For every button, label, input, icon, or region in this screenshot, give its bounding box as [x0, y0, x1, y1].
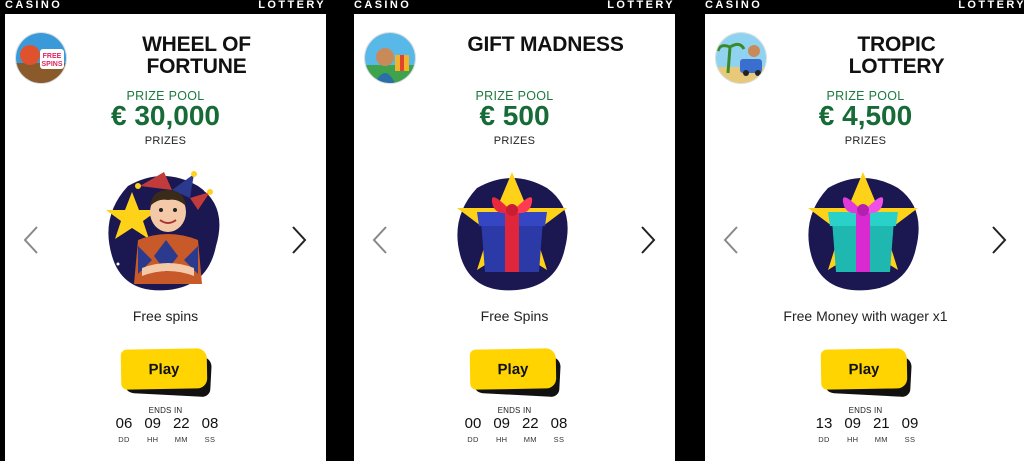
minutes-label: MM [174, 435, 188, 444]
casino-label: CASINO [705, 0, 763, 11]
countdown-timer: 06 DD 09 HH 22 MM 08 SS [111, 415, 223, 445]
card-header-bar: CASINO LOTTERY [5, 0, 326, 14]
days-label: DD [118, 435, 130, 444]
prize-pool-value: € 4,500 [818, 100, 913, 131]
timer-hours: 09 HH [840, 415, 866, 445]
lottery-card-gift-madness: CASINO LOTTERY GIFT MADNESS PRIZE POOL €… [354, 0, 675, 461]
seconds-value: 08 [201, 415, 219, 432]
lottery-title: GIFT MADNESS [444, 34, 647, 56]
lottery-title: WHEEL OF FORTUNE [95, 34, 298, 78]
next-arrow-icon[interactable] [636, 224, 660, 256]
lottery-card-wheel-of-fortune: CASINO LOTTERY FREE SPINS WHEEL OF FORTU… [5, 0, 326, 461]
prize-description: Free Spins [480, 308, 549, 324]
seconds-label: SS [904, 435, 916, 444]
prize-description: Free Money with wager x1 [783, 308, 948, 324]
title-line-2: FORTUNE [146, 55, 247, 78]
prize-pool-value: € 30,000 [111, 100, 220, 131]
card-panel: GIFT MADNESS PRIZE POOL € 500 PRIZES Fre… [354, 14, 675, 461]
days-value: 13 [815, 415, 833, 432]
prize-description: Free spins [132, 308, 199, 324]
svg-text:SPINS: SPINS [41, 61, 62, 68]
game-thumbnail[interactable] [364, 32, 416, 84]
play-button[interactable]: Play [120, 348, 212, 398]
title-line-1: TROPIC [857, 33, 936, 56]
next-arrow-icon[interactable] [287, 224, 311, 256]
countdown-timer: 00 DD 09 HH 22 MM 08 SS [460, 415, 572, 445]
days-label: DD [467, 435, 479, 444]
card-panel: TROPIC LOTTERY PRIZE POOL € 4,500 PRIZES [705, 14, 1024, 461]
prev-arrow-icon[interactable] [368, 224, 392, 256]
ends-in-label: ENDS IN [848, 406, 883, 415]
countdown-timer: 13 DD 09 HH 21 MM 09 SS [811, 415, 923, 445]
casino-label: CASINO [354, 0, 412, 11]
timer-days: 00 DD [460, 415, 486, 445]
timer-days: 06 DD [111, 415, 137, 445]
casino-label: CASINO [5, 0, 63, 11]
seconds-value: 09 [901, 415, 919, 432]
game-thumbnail[interactable]: FREE SPINS [15, 32, 67, 84]
svg-text:FREE: FREE [43, 53, 62, 60]
lottery-title: TROPIC LOTTERY [795, 34, 998, 78]
timer-seconds: 09 SS [897, 415, 923, 445]
ends-in-label: ENDS IN [148, 406, 183, 415]
gift-box-icon [798, 166, 928, 296]
minutes-label: MM [523, 435, 537, 444]
timer-seconds: 08 SS [546, 415, 572, 445]
timer-days: 13 DD [811, 415, 837, 445]
game-thumbnail[interactable] [715, 32, 767, 84]
prizes-label: PRIZES [844, 135, 887, 147]
seconds-label: SS [553, 435, 565, 444]
seconds-value: 08 [550, 415, 568, 432]
play-button[interactable]: Play [469, 348, 561, 398]
hours-label: HH [495, 435, 508, 444]
title-line-1: WHEEL OF [142, 33, 251, 56]
timer-minutes: 22 MM [517, 415, 543, 445]
play-button-label[interactable]: Play [469, 348, 557, 390]
timer-seconds: 08 SS [197, 415, 223, 445]
days-value: 00 [464, 415, 482, 432]
minutes-label: MM [874, 435, 888, 444]
card-panel: FREE SPINS WHEEL OF FORTUNE PRIZE POOL €… [5, 14, 326, 461]
gift-box-icon [447, 166, 577, 296]
hours-value: 09 [493, 415, 510, 432]
play-button[interactable]: Play [820, 348, 912, 398]
minutes-value: 21 [872, 415, 890, 432]
jester-character-icon [98, 166, 228, 296]
hours-label: HH [146, 435, 159, 444]
prizes-label: PRIZES [144, 135, 187, 147]
prize-pool-value: € 500 [479, 100, 550, 131]
timer-hours: 09 HH [140, 415, 166, 445]
prev-arrow-icon[interactable] [719, 224, 743, 256]
days-value: 06 [115, 415, 133, 432]
timer-minutes: 22 MM [168, 415, 194, 445]
seconds-label: SS [204, 435, 216, 444]
play-button-label[interactable]: Play [820, 348, 908, 390]
title-line-2: LOTTERY [848, 55, 945, 78]
title-line-1: GIFT MADNESS [467, 33, 624, 56]
card-header-bar: CASINO LOTTERY [705, 0, 1024, 14]
hours-label: HH [846, 435, 859, 444]
prizes-label: PRIZES [493, 135, 536, 147]
lottery-label: LOTTERY [958, 0, 1024, 11]
lottery-label: LOTTERY [607, 0, 675, 11]
play-button-label[interactable]: Play [120, 348, 208, 390]
prev-arrow-icon[interactable] [19, 224, 43, 256]
minutes-value: 22 [521, 415, 539, 432]
lottery-label: LOTTERY [258, 0, 326, 11]
minutes-value: 22 [172, 415, 190, 432]
timer-hours: 09 HH [489, 415, 515, 445]
hours-value: 09 [144, 415, 161, 432]
next-arrow-icon[interactable] [987, 224, 1011, 256]
lottery-card-tropic-lottery: CASINO LOTTERY TROPIC LOTTERY PRIZE POOL… [705, 0, 1024, 461]
timer-minutes: 21 MM [868, 415, 894, 445]
hours-value: 09 [844, 415, 861, 432]
card-header-bar: CASINO LOTTERY [354, 0, 675, 14]
days-label: DD [818, 435, 830, 444]
ends-in-label: ENDS IN [497, 406, 532, 415]
